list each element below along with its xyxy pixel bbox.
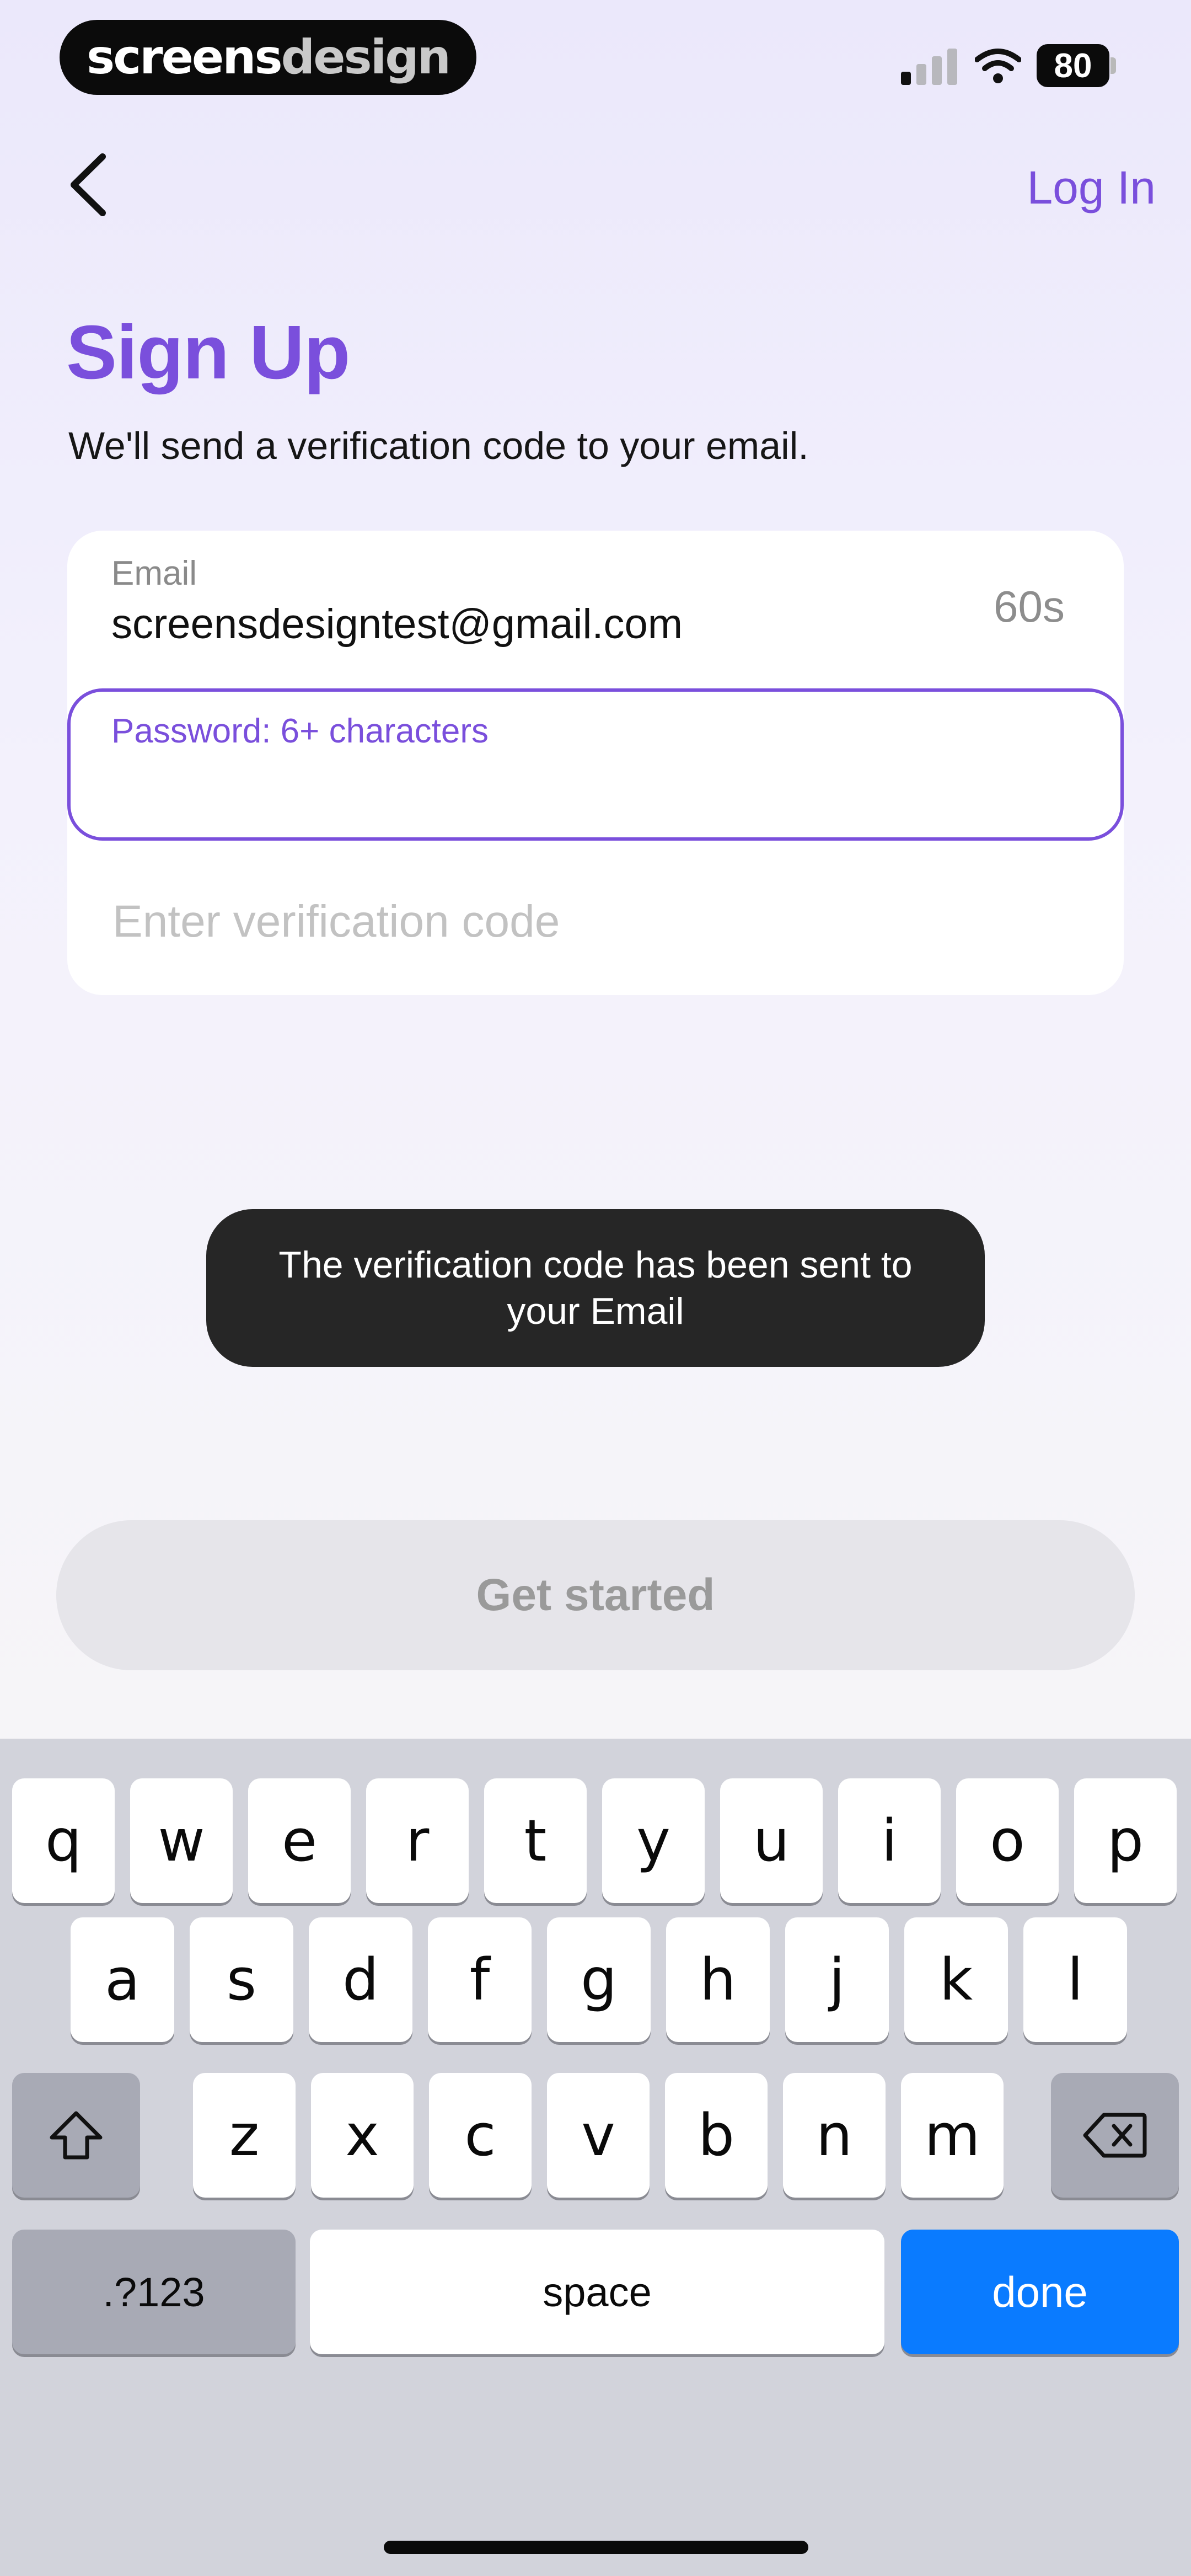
back-button[interactable]	[61, 149, 116, 221]
key-p[interactable]: p	[1074, 1778, 1177, 1903]
key-o[interactable]: o	[956, 1778, 1059, 1903]
key-h[interactable]: h	[666, 1917, 770, 2042]
home-indicator[interactable]	[384, 2541, 808, 2554]
brand-text-part1: screens	[87, 30, 283, 85]
key-x[interactable]: x	[311, 2073, 414, 2198]
password-label: Password: 6+ characters	[111, 712, 489, 750]
password-input[interactable]	[111, 759, 1095, 815]
chevron-left-icon	[71, 153, 106, 216]
key-e[interactable]: e	[248, 1778, 351, 1903]
key-u[interactable]: u	[720, 1778, 823, 1903]
brand-badge: screens design	[60, 20, 476, 95]
page-subtitle: We'll send a verification code to your e…	[68, 424, 809, 467]
keyboard: q w e r t y u i o p a s d f g h j k l z …	[0, 1739, 1191, 2576]
key-i[interactable]: i	[838, 1778, 941, 1903]
battery-indicator: 80	[1037, 44, 1109, 87]
shift-key[interactable]	[12, 2073, 140, 2198]
verification-sent-toast: The verification code has been sent to y…	[206, 1209, 985, 1367]
space-key[interactable]: space	[310, 2230, 884, 2354]
key-b[interactable]: b	[665, 2073, 768, 2198]
key-n[interactable]: n	[783, 2073, 886, 2198]
key-q[interactable]: q	[12, 1778, 115, 1903]
key-t[interactable]: t	[484, 1778, 587, 1903]
cellular-signal-icon	[901, 49, 958, 85]
battery-level: 80	[1054, 46, 1092, 85]
key-g[interactable]: g	[547, 1917, 651, 2042]
key-l[interactable]: l	[1023, 1917, 1127, 2042]
key-w[interactable]: w	[130, 1778, 233, 1903]
login-link[interactable]: Log In	[1027, 160, 1156, 215]
key-m[interactable]: m	[901, 2073, 1004, 2198]
key-j[interactable]: j	[785, 1917, 889, 2042]
resend-timer: 60s	[994, 582, 1065, 631]
key-y[interactable]: y	[602, 1778, 705, 1903]
email-label: Email	[111, 554, 197, 592]
page-title: Sign Up	[66, 310, 350, 395]
delete-key[interactable]	[1051, 2073, 1179, 2198]
verification-code-input[interactable]	[111, 888, 1095, 955]
key-f[interactable]: f	[428, 1917, 532, 2042]
toast-message: The verification code has been sent to y…	[278, 1244, 913, 1332]
key-d[interactable]: d	[309, 1917, 412, 2042]
key-z[interactable]: z	[193, 2073, 296, 2198]
backspace-icon	[1083, 2113, 1147, 2158]
wifi-icon	[975, 49, 1021, 83]
key-s[interactable]: s	[190, 1917, 293, 2042]
email-field[interactable]: screensdesigntest@gmail.com	[111, 600, 683, 648]
key-c[interactable]: c	[429, 2073, 532, 2198]
key-r[interactable]: r	[366, 1778, 469, 1903]
battery-cap	[1110, 57, 1116, 74]
get-started-button[interactable]: Get started	[56, 1520, 1135, 1670]
numbers-key[interactable]: .?123	[12, 2230, 296, 2354]
brand-text-part2: design	[281, 30, 451, 85]
key-v[interactable]: v	[547, 2073, 650, 2198]
key-k[interactable]: k	[904, 1917, 1008, 2042]
done-key[interactable]: done	[901, 2230, 1179, 2354]
shift-icon	[50, 2111, 103, 2160]
key-a[interactable]: a	[71, 1917, 174, 2042]
